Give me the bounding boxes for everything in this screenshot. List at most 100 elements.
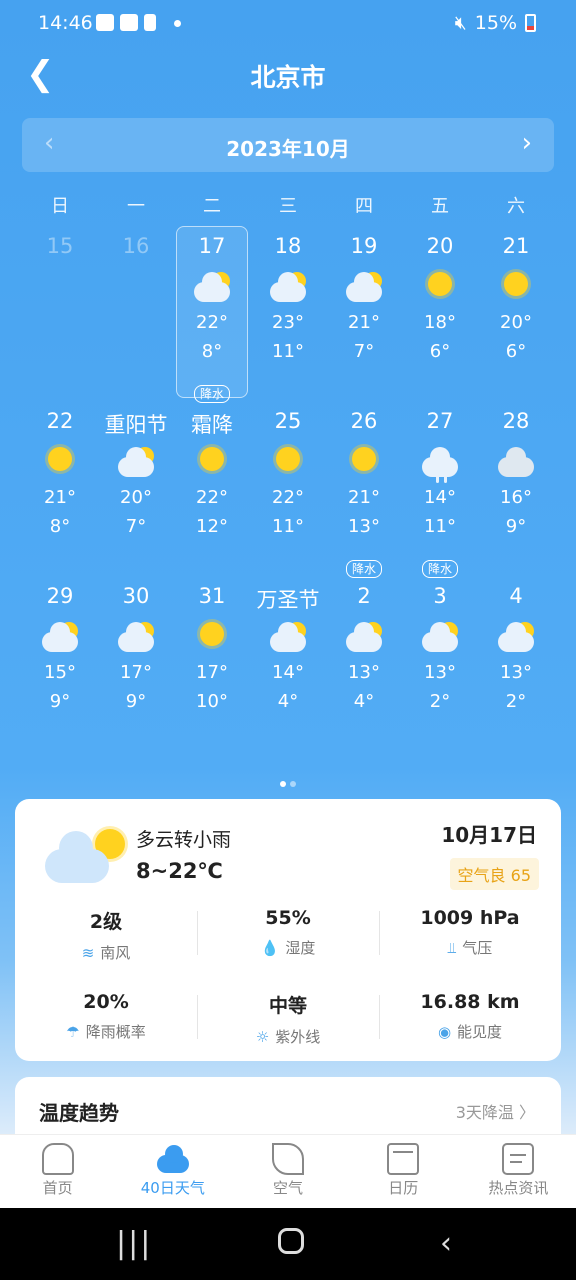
calendar-day[interactable]: 万圣节 14° 4° — [250, 574, 326, 749]
calendar-day[interactable]: 18 23° 11° — [250, 224, 326, 399]
day-detail-card: 多云转小雨 8~22℃ 10月17日 空气良 65 2级 ≋ 南风 55% 💧 湿度 100… — [15, 799, 561, 1061]
high-temp: 17° — [120, 662, 152, 683]
low-temp: 8° — [201, 341, 223, 362]
day-label: 17 — [198, 234, 226, 258]
temperature-trend-card[interactable]: 温度趋势 3天降温 〉 — [15, 1077, 561, 1137]
low-temp: 6° — [429, 341, 451, 362]
system-back-button[interactable]: ‹ — [440, 1226, 452, 1261]
home-icon — [41, 1143, 74, 1175]
stat-item: 中等 ☼ 紫外线 — [197, 991, 379, 1075]
calendar-day[interactable]: 28 16° 9° — [478, 399, 554, 574]
calendar-day[interactable]: 25 22° 11° — [250, 399, 326, 574]
detail-date: 10月17日 — [441, 823, 537, 847]
next-month-button[interactable]: › — [522, 128, 532, 158]
calendar-day[interactable]: 22 21° 8° — [22, 399, 98, 574]
stat-icon: ☼ — [255, 1028, 270, 1046]
calendar-day[interactable]: 21 20° 6° — [478, 224, 554, 399]
calendar-day[interactable]: 15 — [22, 224, 98, 399]
stat-icon: ≋ — [81, 944, 95, 962]
high-temp: 21° — [44, 487, 76, 508]
nav-label: 日历 — [388, 1179, 419, 1197]
day-label: 22 — [46, 409, 74, 433]
calendar-day[interactable]: 霜降 22° 12° — [174, 399, 250, 574]
alert-icon — [144, 14, 156, 31]
calendar-day[interactable]: 重阳节 20° 7° — [98, 399, 174, 574]
stat-item: 2级 ≋ 南风 — [15, 907, 197, 991]
notification-icons — [96, 14, 181, 31]
day-label: 20 — [426, 234, 454, 258]
battery-icon — [525, 14, 536, 32]
trend-summary[interactable]: 3天降温 〉 — [456, 1099, 535, 1123]
day-label: 2 — [357, 584, 371, 608]
high-temp: 17° — [196, 662, 228, 683]
calendar-day[interactable]: 2 13° 4° — [326, 574, 402, 749]
page-title: 北京市 — [250, 63, 326, 92]
calendar-day[interactable]: 30 17° 9° — [98, 574, 174, 749]
low-temp: 7° — [353, 341, 375, 362]
recent-apps-button[interactable]: ||| — [116, 1226, 152, 1261]
nav-label: 热点资讯 — [488, 1179, 549, 1197]
calendar-day[interactable]: 3 13° 2° — [402, 574, 478, 749]
aqi-badge[interactable]: 空气良 65 — [449, 858, 539, 890]
partly-cloudy-icon — [45, 825, 125, 883]
sunny-icon — [266, 445, 310, 481]
low-temp: 6° — [505, 341, 527, 362]
calendar-day[interactable]: 31 17° 10° — [174, 574, 250, 749]
partly-cloudy-icon — [342, 620, 386, 656]
nav-label: 40日天气 — [140, 1179, 205, 1197]
stat-label-wrap: 💧 湿度 — [197, 937, 379, 958]
system-nav-bar: ||| ‹ — [0, 1208, 576, 1280]
nav-item[interactable]: 空气 — [230, 1135, 345, 1208]
partly-cloudy-icon — [38, 620, 82, 656]
sunny-icon — [38, 445, 82, 481]
partly-cloudy-icon — [342, 270, 386, 306]
day-label: 30 — [122, 584, 150, 608]
calendar-day[interactable]: 19 21° 7° — [326, 224, 402, 399]
high-temp: 16° — [500, 487, 532, 508]
high-temp: 21° — [348, 312, 380, 333]
stat-label: 紫外线 — [275, 1028, 321, 1046]
low-temp: 9° — [505, 516, 527, 537]
calendar-day[interactable]: 26 21° 13° 降水 — [326, 399, 402, 578]
calendar-day[interactable]: 20 18° 6° — [402, 224, 478, 399]
leaf-icon — [272, 1143, 304, 1175]
low-temp: 11° — [424, 516, 456, 537]
calendar-week: 22 21° 8° 重阳节 20° 7° 霜降 22° 12° 25 22° 11° 26 21° 13° 降… — [22, 399, 554, 578]
cloudy-icon — [494, 445, 538, 481]
high-temp: 14° — [424, 487, 456, 508]
stat-label: 能见度 — [457, 1023, 503, 1041]
day-label: 27 — [426, 409, 454, 433]
weekday-label: 二 — [203, 196, 221, 217]
partly-cloudy-icon — [494, 620, 538, 656]
high-temp: 21° — [348, 487, 380, 508]
day-label: 25 — [274, 409, 302, 433]
stat-label: 湿度 — [285, 939, 316, 957]
sunny-icon — [190, 620, 234, 656]
nav-item[interactable]: 热点资讯 — [461, 1135, 576, 1208]
calendar-day-selected[interactable]: 17 22° 8° 降水 — [174, 224, 250, 403]
nav-item[interactable]: 40日天气 — [115, 1135, 230, 1208]
low-temp: 9° — [49, 691, 71, 712]
weather-app-icon — [120, 14, 138, 31]
more-notifications-icon — [174, 20, 181, 27]
weekday-header: 日一二三四五六 — [22, 192, 554, 218]
high-temp: 22° — [272, 487, 304, 508]
stat-label-wrap: ≋ 南风 — [15, 942, 197, 963]
status-right: 🔇︎ 15% — [455, 12, 536, 34]
calendar-day[interactable]: 16 — [98, 224, 174, 399]
stat-value: 1009 hPa — [420, 907, 520, 929]
low-temp: 10° — [196, 691, 228, 712]
month-label: 2023年10月 — [226, 137, 350, 161]
nav-item[interactable]: 日历 — [346, 1135, 461, 1208]
home-button[interactable] — [278, 1228, 304, 1254]
low-temp: 11° — [272, 516, 304, 537]
nav-item[interactable]: 首页 — [0, 1135, 115, 1208]
status-time: 14:46 — [38, 12, 93, 34]
stat-icon: 💧 — [260, 939, 280, 957]
weekday-label: 五 — [431, 196, 449, 217]
calendar-day[interactable]: 27 14° 11° 降水 — [402, 399, 478, 578]
high-temp: 15° — [44, 662, 76, 683]
calendar-day[interactable]: 4 13° 2° — [478, 574, 554, 749]
calendar-day[interactable]: 29 15° 9° — [22, 574, 98, 749]
day-label: 16 — [122, 234, 150, 258]
